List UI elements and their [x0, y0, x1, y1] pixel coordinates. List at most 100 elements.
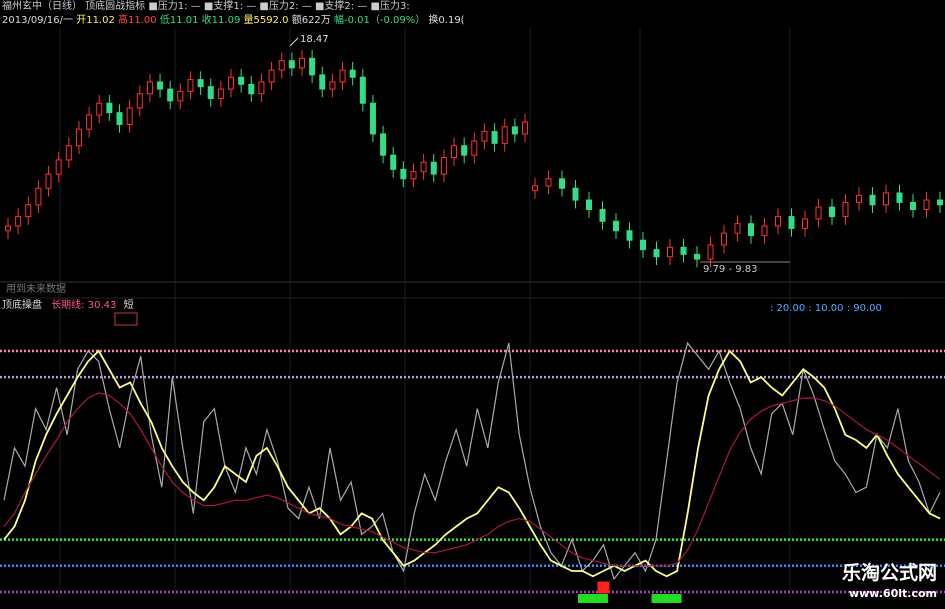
candle-body	[599, 209, 606, 222]
indicator-param: 长期线: 30.43	[51, 300, 117, 311]
indicator-short: 短	[123, 300, 134, 311]
candle-body	[329, 81, 336, 90]
candle-body	[359, 76, 366, 104]
candle-body	[15, 216, 22, 227]
candle-body	[461, 145, 468, 156]
candle-body	[440, 157, 447, 175]
indicator-levels: : 20.00 : 10.00 : 90.00	[770, 303, 882, 314]
candle-body	[680, 246, 687, 255]
candle-body	[228, 76, 235, 90]
candle-body	[35, 187, 42, 206]
candle-body	[829, 206, 835, 218]
candle-body	[721, 232, 727, 246]
candle-body	[288, 60, 295, 69]
candle-body	[238, 76, 245, 85]
candle-body	[532, 185, 538, 192]
candle-body	[653, 249, 660, 258]
candle-body	[258, 81, 265, 95]
quote-close: 收11.09	[201, 15, 241, 26]
header-title: 福州玄中（日线） 顶底圆战指标 ■压力1: — ■支撑1: — ■压力2: — …	[2, 1, 410, 12]
buy-signal-marker	[597, 581, 610, 594]
candle-body	[410, 171, 417, 180]
candle-body	[319, 74, 326, 90]
candle-body	[25, 204, 32, 218]
candle-body	[667, 246, 673, 258]
candle-body	[339, 69, 346, 83]
candle-body	[923, 199, 930, 211]
candle-body	[522, 121, 528, 135]
candle-body	[349, 69, 356, 78]
sell-signal-marker	[577, 594, 608, 603]
candle-body	[559, 178, 565, 189]
candle-body	[788, 216, 795, 229]
candle-body	[390, 154, 397, 170]
candle-body	[640, 239, 646, 251]
candle-body	[761, 225, 768, 236]
high-pointer	[289, 37, 299, 47]
quote-volume: 量5592.0	[243, 15, 289, 26]
candle-body	[613, 220, 619, 232]
candle-body	[400, 168, 407, 180]
range-annotation: 9.79 - 9.83	[703, 264, 758, 275]
candle-body	[856, 194, 862, 203]
candle-body	[96, 102, 103, 116]
candle-body	[748, 223, 754, 236]
quote-low: 低11.01	[159, 15, 199, 26]
candlestick-chart: 18.47 9.79 - 9.83	[5, 34, 943, 275]
candle-body	[815, 206, 822, 220]
candle-body	[842, 201, 849, 218]
candle-body	[545, 178, 552, 187]
candle-body	[471, 140, 478, 156]
candle-body	[65, 145, 72, 161]
candle-body	[481, 131, 488, 142]
candle-body	[248, 83, 255, 95]
candle-body	[146, 81, 153, 95]
quote-turnover: 换0.19(	[428, 15, 465, 26]
candle-body	[86, 114, 93, 130]
indicator-chart	[0, 312, 945, 603]
candle-body	[802, 218, 808, 229]
candle-body	[501, 126, 508, 144]
candle-body	[278, 60, 285, 71]
candle-body	[491, 131, 498, 144]
candle-body	[910, 201, 916, 211]
header-quote: 2013/09/16/一 开11.02 高11.00 低11.01 收11.09…	[2, 14, 465, 27]
candle-body	[126, 107, 133, 125]
high-annotation: 18.47	[300, 34, 329, 45]
candle-body	[197, 79, 204, 88]
candle-body	[5, 225, 11, 232]
future-data-label: 用到未来数据	[6, 284, 66, 295]
candle-body	[369, 102, 376, 135]
indicator-name: 顶底操盘	[2, 300, 42, 311]
candle-body	[106, 102, 113, 114]
candle-body	[45, 173, 52, 189]
candle-body	[167, 88, 174, 102]
candle-body	[217, 88, 224, 99]
indicator-series-line	[3, 341, 941, 581]
quote-high: 高11.00	[118, 15, 157, 26]
candle-body	[116, 112, 123, 125]
candle-body	[572, 187, 579, 201]
watermark-url: www.60lt.com	[848, 587, 937, 600]
candle-body	[511, 126, 518, 135]
candle-body	[177, 90, 184, 102]
candle-body	[380, 133, 387, 156]
candle-body	[883, 192, 889, 206]
candle-body	[734, 223, 741, 234]
watermark-title: 乐淘公式网	[841, 562, 937, 584]
candle-body	[187, 79, 194, 92]
candle-body	[896, 192, 903, 203]
sell-signal-marker	[651, 594, 682, 603]
quote-date: 2013/09/16/一	[2, 15, 74, 26]
candle-body	[207, 86, 214, 99]
quote-change: 幅-0.01（-0.09%）	[333, 15, 426, 26]
candle-body	[707, 244, 714, 260]
candle-body	[55, 159, 62, 175]
candle-body	[420, 161, 427, 173]
indicator-header: 顶底操盘 长期线: 30.43 短	[2, 299, 134, 312]
candle-body	[268, 69, 275, 83]
candle-body	[451, 145, 458, 159]
quote-amount: 额622万	[291, 15, 331, 26]
quote-open: 开11.02	[76, 15, 115, 26]
candle-body	[626, 230, 633, 241]
